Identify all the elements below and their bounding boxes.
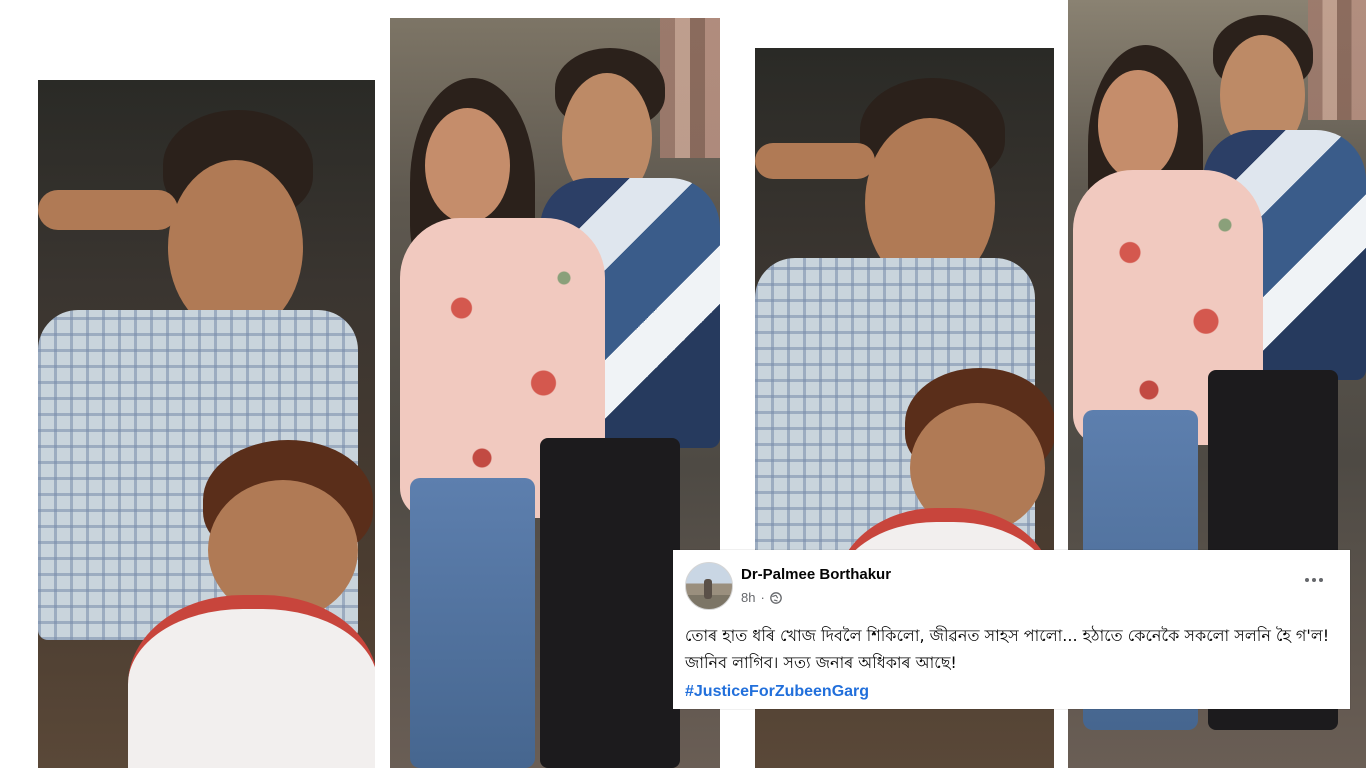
- man-black-pants: [540, 438, 680, 768]
- post-body-text: তোৰ হাত ধৰি খোজ দিবলৈ শিকিলো, জীৱনত সাহস…: [685, 626, 1330, 672]
- woman-jeans: [410, 478, 535, 768]
- woman-face: [1098, 70, 1178, 180]
- post-meta: 8h ·: [741, 590, 782, 605]
- author-name-link[interactable]: Dr-Palmee Borthakur: [741, 566, 891, 583]
- photo-boy-with-baby: [38, 80, 375, 768]
- meta-separator: ·: [760, 590, 765, 605]
- post-timestamp[interactable]: 8h: [741, 590, 755, 605]
- woman-face: [425, 108, 510, 223]
- boy-arm: [755, 143, 875, 179]
- boy-face: [168, 160, 303, 335]
- boy-arm: [38, 190, 178, 230]
- facebook-post-card: Dr-Palmee Borthakur 8h · তোৰ হাত ধৰি খোজ…: [673, 550, 1350, 709]
- pixelated-area: [660, 18, 720, 158]
- more-options-button[interactable]: [1300, 570, 1328, 590]
- hashtag-link[interactable]: #JusticeForZubeenGarg: [685, 683, 869, 701]
- author-avatar[interactable]: [685, 562, 733, 610]
- pixelated-area: [1308, 0, 1366, 120]
- more-options-icon: [1305, 578, 1309, 582]
- baby-top: [128, 595, 375, 768]
- globe-icon[interactable]: [769, 591, 782, 604]
- photo-couple: [390, 18, 720, 768]
